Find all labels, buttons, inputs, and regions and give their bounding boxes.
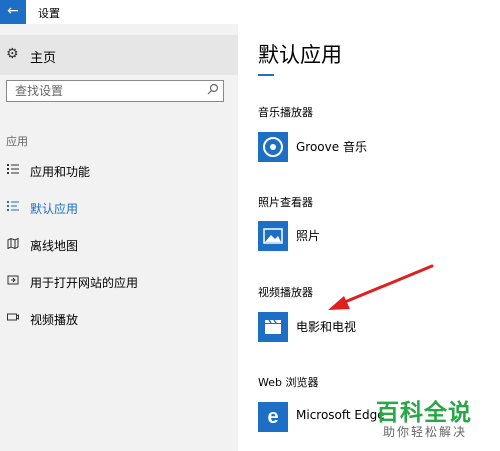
apps-features-icon [6,163,20,178]
photos-icon [258,221,288,251]
search-box [6,80,224,102]
sidebar: ⚙ 主页 应用 应用和功能 默 [0,24,238,451]
video-playback-icon [6,311,20,326]
app-picker-photo[interactable]: 照片 [258,221,498,251]
back-button[interactable]: ← [0,0,26,24]
sidebar-item-label: 视频播放 [30,313,79,327]
home-label: 主页 [30,51,57,66]
app-name: Microsoft Edge [296,408,385,422]
watermark-subtitle: 助你轻松解决 [383,425,468,439]
sidebar-item-offline-maps[interactable]: 离线地图 [0,230,238,260]
app-name: Groove 音乐 [296,140,367,154]
default-apps-icon [6,200,20,215]
title-bar: ← 设置 [0,0,500,24]
main-content: 默认应用 音乐播放器 Groove 音乐 照片查看器 照片 视频播放器 电影和电… [238,24,500,451]
search-icon[interactable] [207,83,219,98]
sidebar-item-video-playback[interactable]: 视频播放 [0,304,238,334]
offline-maps-icon [6,237,20,252]
movies-tv-icon [258,312,288,342]
window-title: 设置 [38,7,60,20]
app-picker-music[interactable]: Groove 音乐 [258,132,498,162]
sidebar-item-default-apps[interactable]: 默认应用 [0,193,238,223]
edge-icon: e [258,402,288,432]
app-name: 照片 [296,229,321,243]
apps-for-websites-icon [6,274,20,289]
category-label-browser: Web 浏览器 [258,376,319,389]
gear-icon: ⚙ [6,46,19,62]
annotation-arrow [328,264,434,310]
sidebar-item-label: 用于打开网站的应用 [30,276,139,290]
sidebar-item-apps-features[interactable]: 应用和功能 [0,156,238,186]
category-label-music: 音乐播放器 [258,106,313,119]
groove-music-icon [258,132,288,162]
app-name: 电影和电视 [296,320,357,334]
section-label-apps: 应用 [6,135,28,148]
sidebar-home[interactable]: ⚙ 主页 [0,35,238,75]
search-input[interactable] [7,81,205,101]
sidebar-item-label: 应用和功能 [30,165,91,179]
sidebar-item-apps-for-websites[interactable]: 用于打开网站的应用 [0,267,238,297]
watermark-title: 百科全说 [376,400,472,426]
title-underline [258,74,274,76]
sidebar-item-label: 离线地图 [30,239,79,253]
page-title: 默认应用 [258,43,342,67]
sidebar-item-label: 默认应用 [30,202,79,216]
category-label-photo: 照片查看器 [258,196,313,209]
category-label-video: 视频播放器 [258,286,313,299]
